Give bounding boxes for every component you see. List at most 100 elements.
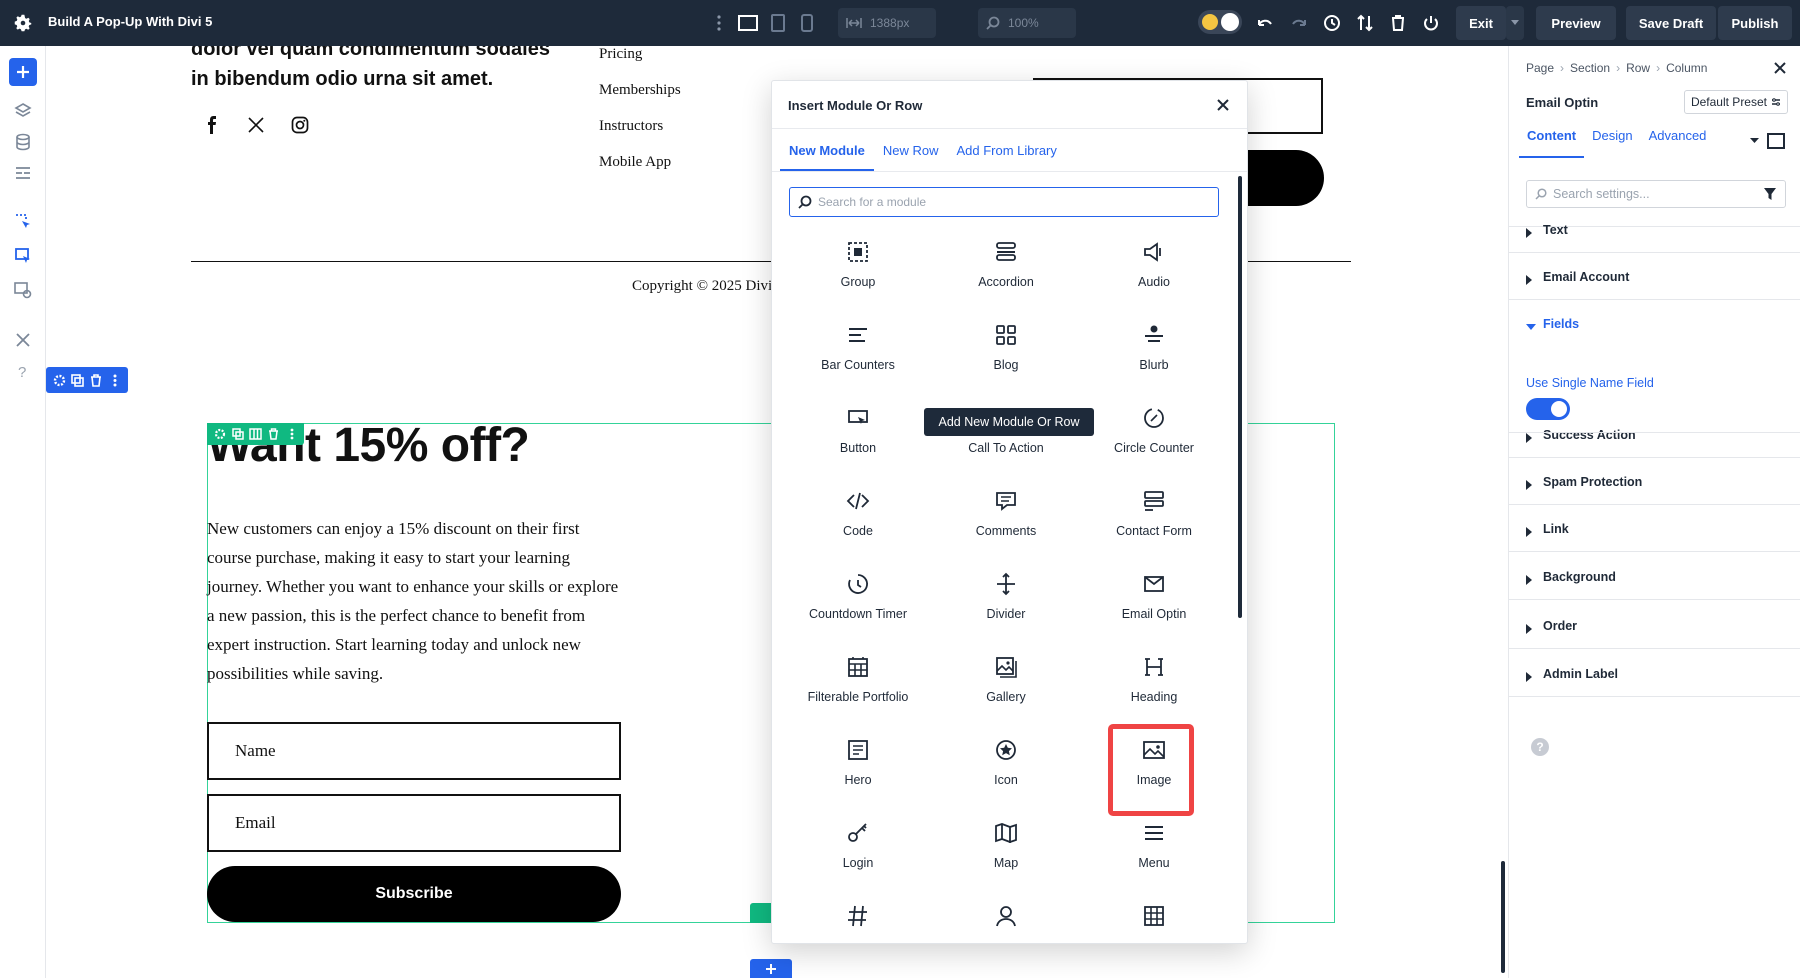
- module-settings-icon[interactable]: [212, 427, 227, 442]
- select-multiple-icon[interactable]: [9, 242, 37, 270]
- more-vertical-icon[interactable]: [707, 11, 731, 35]
- row-settings-icon[interactable]: [52, 372, 67, 388]
- footer-link[interactable]: Memberships: [599, 82, 681, 118]
- exit-button[interactable]: Exit: [1456, 6, 1506, 40]
- history-icon[interactable]: [1320, 11, 1344, 35]
- module-search[interactable]: [789, 187, 1219, 217]
- zoom-field[interactable]: 100%: [978, 8, 1076, 38]
- save-draft-button[interactable]: Save Draft: [1626, 6, 1716, 40]
- settings-group-fields[interactable]: Fields: [1509, 300, 1800, 347]
- row-duplicate-icon[interactable]: [71, 372, 86, 388]
- page-settings-icon[interactable]: [9, 276, 37, 304]
- layers-icon[interactable]: [9, 97, 37, 125]
- select-element-icon[interactable]: [9, 208, 37, 236]
- module-item-table[interactable]: [1080, 903, 1228, 944]
- module-item-audio[interactable]: Audio: [1080, 239, 1228, 309]
- email-input[interactable]: Email: [207, 794, 621, 852]
- module-item-group[interactable]: Group: [784, 239, 932, 309]
- expand-panel-icon[interactable]: [1767, 133, 1785, 149]
- module-item-map[interactable]: Map: [932, 820, 1080, 890]
- publish-button[interactable]: Publish: [1718, 6, 1792, 40]
- module-item-blog[interactable]: Blog: [932, 322, 1080, 392]
- name-input[interactable]: Name: [207, 722, 621, 780]
- module-item-email-optin[interactable]: Email Optin: [1080, 571, 1228, 641]
- x-icon[interactable]: [245, 114, 267, 136]
- footer-link[interactable]: Mobile App: [599, 154, 681, 190]
- subscribe-button[interactable]: Subscribe: [207, 866, 621, 922]
- tab-design[interactable]: Design: [1584, 126, 1640, 158]
- module-item-countdown-timer[interactable]: Countdown Timer: [784, 571, 932, 641]
- canvas-scrollbar[interactable]: [1501, 861, 1505, 973]
- instagram-icon[interactable]: [289, 114, 311, 136]
- help-question-icon[interactable]: ?: [9, 358, 37, 386]
- add-icon[interactable]: [9, 58, 37, 86]
- footer-link[interactable]: Pricing: [599, 46, 681, 82]
- module-item-login[interactable]: Login: [784, 820, 932, 890]
- module-more-icon[interactable]: [284, 427, 299, 442]
- settings-gear-icon[interactable]: [12, 12, 34, 34]
- redo-icon[interactable]: [1287, 11, 1311, 35]
- settings-group-order[interactable]: Order: [1509, 602, 1800, 649]
- theme-toggle[interactable]: [1198, 10, 1242, 34]
- power-icon[interactable]: [1419, 11, 1443, 35]
- sort-icon[interactable]: [1353, 11, 1377, 35]
- settings-group-admin-label[interactable]: Admin Label: [1509, 650, 1800, 697]
- module-duplicate-icon[interactable]: [230, 427, 245, 442]
- add-row-button[interactable]: [750, 959, 792, 978]
- tab-advanced[interactable]: Advanced: [1641, 126, 1715, 158]
- breadcrumb-item[interactable]: Section: [1570, 61, 1610, 75]
- phone-view-icon[interactable]: [795, 11, 819, 35]
- row-delete-icon[interactable]: [89, 372, 104, 388]
- tab-add-from-library[interactable]: Add From Library: [947, 129, 1065, 171]
- settings-group-link[interactable]: Link: [1509, 505, 1800, 552]
- module-item-filterable-portfolio[interactable]: Filterable Portfolio: [784, 654, 932, 724]
- module-item-icon[interactable]: Icon: [932, 737, 1080, 807]
- module-search-input[interactable]: [818, 195, 1198, 209]
- tablet-view-icon[interactable]: [766, 11, 790, 35]
- preview-button[interactable]: Preview: [1536, 6, 1616, 40]
- facebook-icon[interactable]: [201, 114, 223, 136]
- settings-group-background[interactable]: Background: [1509, 553, 1800, 600]
- module-item-person[interactable]: [932, 903, 1080, 944]
- undo-icon[interactable]: [1253, 11, 1277, 35]
- tab-content[interactable]: Content: [1519, 126, 1584, 158]
- module-item-button[interactable]: Button: [784, 405, 932, 475]
- module-item-hashtag[interactable]: [784, 903, 932, 944]
- help-icon[interactable]: ?: [1531, 738, 1549, 756]
- trash-icon[interactable]: [1386, 11, 1410, 35]
- tab-new-module[interactable]: New Module: [780, 129, 874, 171]
- module-item-heading[interactable]: Heading: [1080, 654, 1228, 724]
- module-item-comments[interactable]: Comments: [932, 488, 1080, 558]
- module-item-contact-form[interactable]: Contact Form: [1080, 488, 1228, 558]
- module-item-hero[interactable]: Hero: [784, 737, 932, 807]
- layout-icon[interactable]: [9, 159, 37, 187]
- settings-group-email-account[interactable]: Email Account: [1509, 253, 1800, 300]
- chevron-down-icon[interactable]: [1750, 138, 1759, 144]
- footer-link[interactable]: Instructors: [599, 118, 681, 154]
- settings-search-input[interactable]: [1553, 187, 1753, 201]
- module-item-circle-counter[interactable]: Circle Counter: [1080, 405, 1228, 475]
- tab-new-row[interactable]: New Row: [874, 129, 948, 171]
- close-icon[interactable]: [1770, 58, 1790, 78]
- module-item-divider[interactable]: Divider: [932, 571, 1080, 641]
- module-item-accordion[interactable]: Accordion: [932, 239, 1080, 309]
- breadcrumb-item[interactable]: Page: [1526, 61, 1554, 75]
- breadcrumb-item[interactable]: Column: [1666, 61, 1707, 75]
- module-item-blurb[interactable]: Blurb: [1080, 322, 1228, 392]
- preset-dropdown[interactable]: Default Preset: [1684, 90, 1788, 114]
- module-item-menu[interactable]: Menu: [1080, 820, 1228, 890]
- single-name-field-toggle[interactable]: [1526, 398, 1570, 420]
- tools-icon[interactable]: [9, 326, 37, 354]
- exit-dropdown-button[interactable]: [1506, 6, 1524, 40]
- module-columns-icon[interactable]: [248, 427, 263, 442]
- breadcrumb-item[interactable]: Row: [1626, 61, 1650, 75]
- settings-search[interactable]: [1526, 180, 1786, 208]
- module-item-code[interactable]: Code: [784, 488, 932, 558]
- database-icon[interactable]: [9, 128, 37, 156]
- settings-group-spam-protection[interactable]: Spam Protection: [1509, 458, 1800, 505]
- close-icon[interactable]: [1211, 93, 1235, 117]
- width-field[interactable]: 1388px: [838, 8, 936, 38]
- module-item-bar-counters[interactable]: Bar Counters: [784, 322, 932, 392]
- desktop-view-icon[interactable]: [736, 11, 760, 35]
- filter-icon[interactable]: [1763, 187, 1777, 201]
